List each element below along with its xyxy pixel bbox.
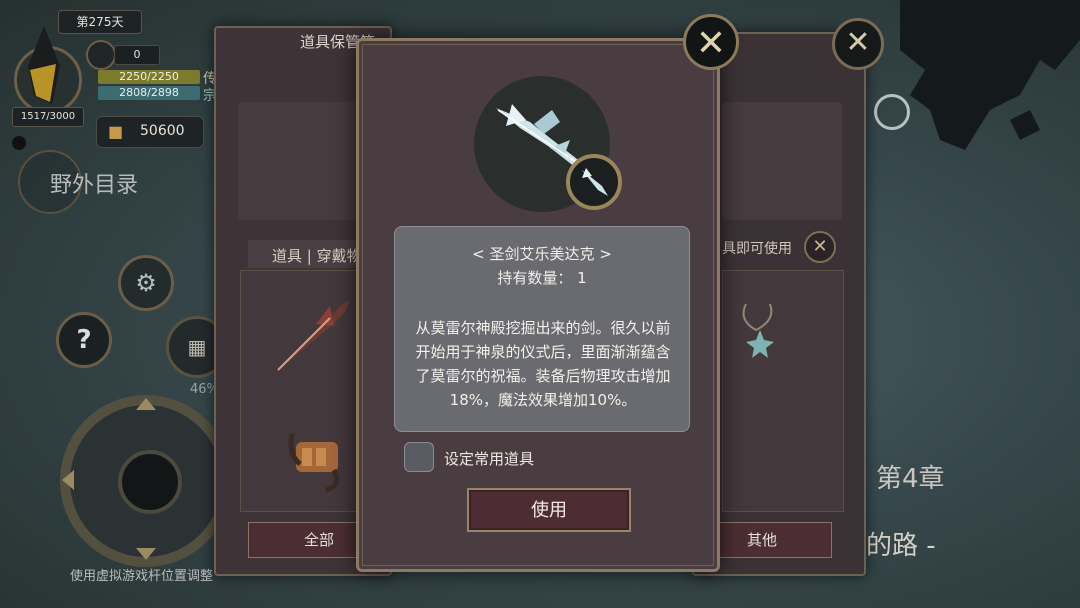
joystick-knob[interactable] [118,450,182,514]
joystick-down-arrow-icon [136,548,156,560]
mp-bar: 2808/2898 [98,86,200,100]
close-hint-icon[interactable]: ✕ [804,231,836,263]
favorite-checkbox-label[interactable]: 设定常用道具 [444,448,534,469]
leather-pouch-icon[interactable] [286,424,346,494]
joystick-hint: 使用虚拟游戏杆位置调整 [70,569,214,584]
gold-amount: 50600 [140,123,185,139]
amulet-icon[interactable] [736,300,784,364]
joystick-left-arrow-icon [62,470,74,490]
close-icon[interactable]: ✕ [832,18,884,70]
use-button[interactable]: 使用 [467,488,631,532]
exp-counter: 1517/3000 [12,107,84,127]
crystal-icon [28,26,60,104]
usage-hint: 具即可使用 [722,241,792,257]
day-counter: 第275天 [58,10,142,34]
gold-bag-icon: ■ [108,122,124,141]
item-description: 从莫雷尔神殿挖掘出来的剑。很久以前开始用于神泉的仪式后，里面渐渐蕴含了莫雷尔的祝… [415,319,671,409]
calendar-icon[interactable] [86,40,116,70]
hp-bar: 2250/2250 [98,70,200,84]
map-location-pin-icon[interactable] [874,94,910,130]
joystick-up-arrow-icon [136,398,156,410]
item-name: < 圣剑艾乐美达克 > [472,245,612,263]
calendar-count: 0 [114,45,160,65]
help-button[interactable]: ? [56,312,112,368]
item-tab-label[interactable]: 道具 | 穿戴物 [272,245,362,266]
status-dot [12,136,26,150]
storage-slot-area-right [722,102,842,220]
favorite-checkbox[interactable] [404,442,434,472]
gear-icon[interactable]: ⚙ [118,255,174,311]
item-count: 持有数量： 1 [497,269,587,287]
field-catalog-label[interactable]: 野外目录 [50,167,138,199]
chapter-label: 第4章 [876,464,945,494]
dark-sword-icon[interactable] [272,296,356,376]
world-map-fragment [900,0,1080,150]
close-icon[interactable]: ✕ [683,14,739,70]
sword-mini-icon [582,168,608,196]
